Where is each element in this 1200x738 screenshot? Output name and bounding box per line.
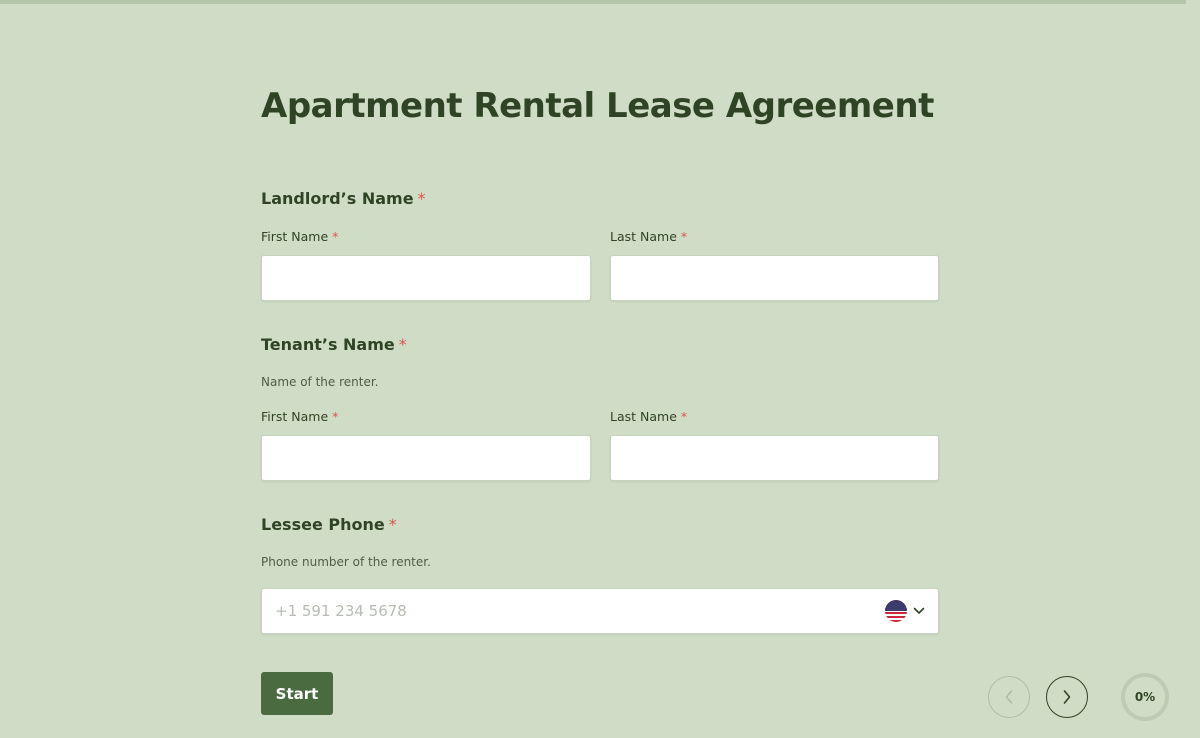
landlord-name-label-text: Landlord’s Name xyxy=(261,189,414,208)
lessee-phone-label: Lessee Phone * xyxy=(261,515,397,534)
lessee-phone-label-text: Lessee Phone xyxy=(261,515,385,534)
page-title: Apartment Rental Lease Agreement xyxy=(261,86,934,126)
landlord-last-name-label-text: Last Name xyxy=(610,229,677,244)
tenant-first-name-input[interactable] xyxy=(261,435,591,481)
chevron-right-icon xyxy=(1063,690,1071,704)
tenant-last-name-label: Last Name * xyxy=(610,409,687,424)
tenant-name-label: Tenant’s Name * xyxy=(261,335,407,354)
required-mark: * xyxy=(332,409,339,424)
start-button[interactable]: Start xyxy=(261,672,333,715)
tenant-name-label-text: Tenant’s Name xyxy=(261,335,395,354)
tenant-name-help: Name of the renter. xyxy=(261,375,379,389)
landlord-name-label: Landlord’s Name * xyxy=(261,189,426,208)
tenant-last-name-label-text: Last Name xyxy=(610,409,677,424)
required-mark: * xyxy=(680,229,688,244)
required-mark: * xyxy=(417,189,426,208)
required-mark: * xyxy=(680,409,688,424)
top-progress-strip xyxy=(0,0,1186,4)
tenant-first-name-label-text: First Name xyxy=(261,409,329,424)
tenant-last-name-input[interactable] xyxy=(610,435,939,481)
required-mark: * xyxy=(388,515,397,534)
chevron-down-icon xyxy=(913,607,925,614)
landlord-last-name-label: Last Name * xyxy=(610,229,687,244)
landlord-first-name-label-text: First Name xyxy=(261,229,329,244)
us-flag-icon xyxy=(885,600,907,622)
landlord-last-name-input[interactable] xyxy=(610,255,939,301)
lessee-phone-help: Phone number of the renter. xyxy=(261,555,431,569)
required-mark: * xyxy=(332,229,339,244)
landlord-first-name-input[interactable] xyxy=(261,255,591,301)
chevron-left-icon xyxy=(1005,690,1013,704)
country-code-dropdown[interactable] xyxy=(885,598,929,624)
progress-percentage: 0% xyxy=(1134,690,1156,704)
lessee-phone-input[interactable] xyxy=(261,588,939,634)
previous-page-button[interactable] xyxy=(988,676,1030,718)
tenant-first-name-label: First Name * xyxy=(261,409,338,424)
required-mark: * xyxy=(398,335,407,354)
phone-field xyxy=(261,588,939,634)
landlord-first-name-label: First Name * xyxy=(261,229,338,244)
next-page-button[interactable] xyxy=(1046,676,1088,718)
progress-indicator: 0% xyxy=(1121,673,1169,721)
